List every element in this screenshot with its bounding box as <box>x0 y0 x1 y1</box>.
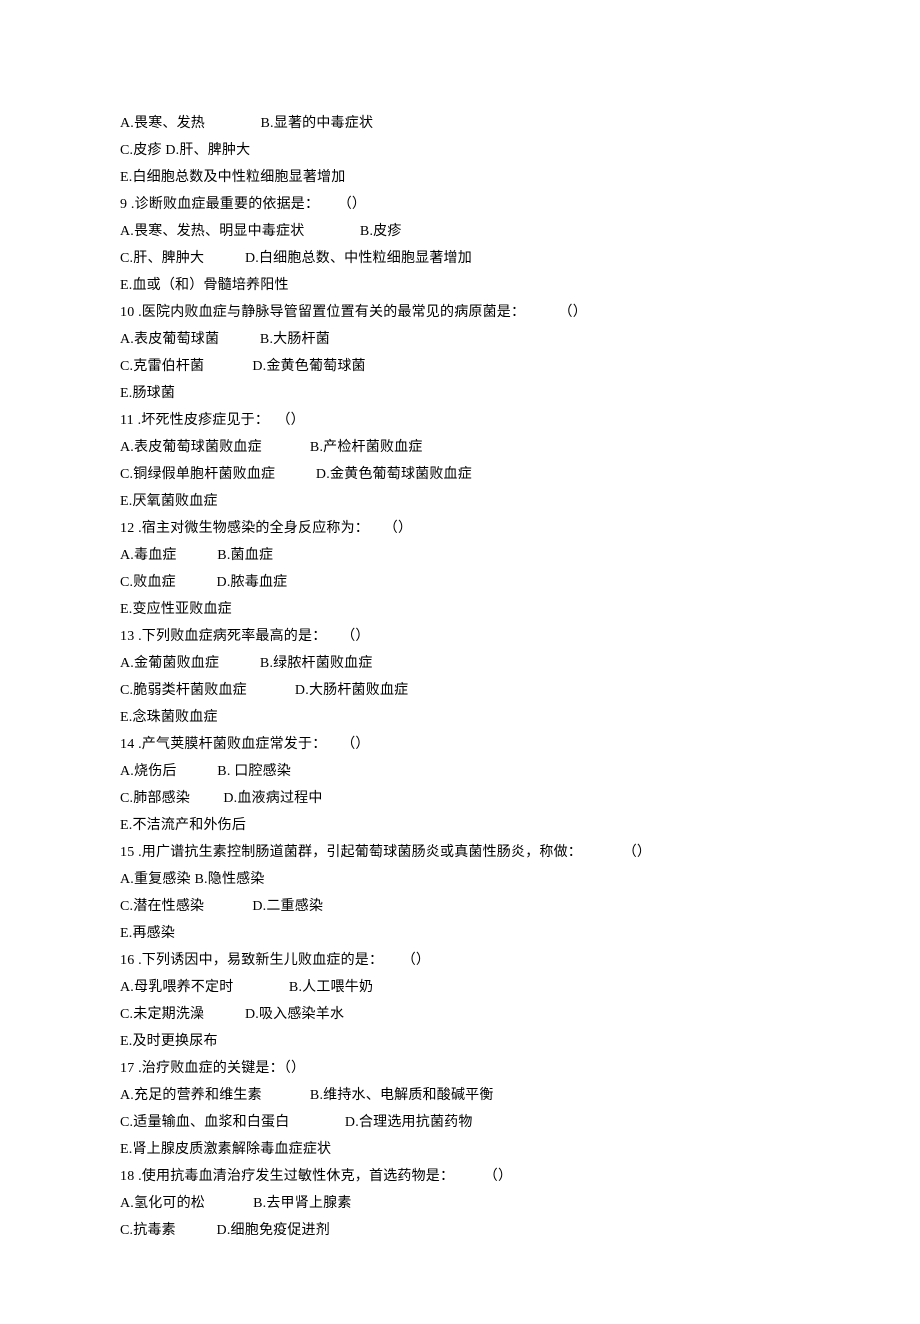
text-line: E.不洁流产和外伤后 <box>120 812 802 839</box>
text-line: A.母乳喂养不定时 B.人工喂牛奶 <box>120 974 802 1001</box>
text-line: E.念珠菌败血症 <box>120 704 802 731</box>
text-line: 12 .宿主对微生物感染的全身反应称为： （） <box>120 515 802 542</box>
text-line: A.金葡菌败血症 B.绿脓杆菌败血症 <box>120 650 802 677</box>
text-line: E.血或（和）骨髓培养阳性 <box>120 272 802 299</box>
text-line: C.潜在性感染 D.二重感染 <box>120 893 802 920</box>
text-line: A.表皮葡萄球菌败血症 B.产检杆菌败血症 <box>120 434 802 461</box>
text-line: E.再感染 <box>120 920 802 947</box>
text-line: E.及时更换尿布 <box>120 1028 802 1055</box>
text-line: C.肝、脾肿大 D.白细胞总数、中性粒细胞显著增加 <box>120 245 802 272</box>
text-line: 17 .治疗败血症的关键是：（） <box>120 1055 802 1082</box>
text-line: C.未定期洗澡 D.吸入感染羊水 <box>120 1001 802 1028</box>
text-line: 11 .坏死性皮疹症见于： （） <box>120 407 802 434</box>
text-line: A.表皮葡萄球菌 B.大肠杆菌 <box>120 326 802 353</box>
text-line: E.变应性亚败血症 <box>120 596 802 623</box>
text-line: E.厌氧菌败血症 <box>120 488 802 515</box>
text-line: 16 .下列诱因中，易致新生儿败血症的是： （） <box>120 947 802 974</box>
text-line: E.肠球菌 <box>120 380 802 407</box>
text-line: A.烧伤后 B. 口腔感染 <box>120 758 802 785</box>
text-line: 13 .下列败血症病死率最高的是： （） <box>120 623 802 650</box>
text-line: A.毒血症 B.菌血症 <box>120 542 802 569</box>
text-line: 18 .使用抗毒血清治疗发生过敏性休克，首选药物是： （） <box>120 1163 802 1190</box>
text-line: 9 .诊断败血症最重要的依据是： （） <box>120 191 802 218</box>
text-line: A.充足的营养和维生素 B.维持水、电解质和酸碱平衡 <box>120 1082 802 1109</box>
text-line: A.畏寒、发热 B.显著的中毒症状 <box>120 110 802 137</box>
text-line: C.克雷伯杆菌 D.金黄色葡萄球菌 <box>120 353 802 380</box>
text-line: A.畏寒、发热、明显中毒症状 B.皮疹 <box>120 218 802 245</box>
text-line: A.重复感染 B.隐性感染 <box>120 866 802 893</box>
text-line: E.白细胞总数及中性粒细胞显著增加 <box>120 164 802 191</box>
text-line: C.肺部感染 D.血液病过程中 <box>120 785 802 812</box>
text-line: A.氢化可的松 B.去甲肾上腺素 <box>120 1190 802 1217</box>
document-page: A.畏寒、发热 B.显著的中毒症状 C.皮疹 D.肝、脾肿大 E.白细胞总数及中… <box>0 0 920 1324</box>
text-line: C.抗毒素 D.细胞免疫促进剂 <box>120 1217 802 1244</box>
text-line: 14 .产气荚膜杆菌败血症常发于： （） <box>120 731 802 758</box>
text-line: C.皮疹 D.肝、脾肿大 <box>120 137 802 164</box>
text-line: C.败血症 D.脓毒血症 <box>120 569 802 596</box>
text-line: C.铜绿假单胞杆菌败血症 D.金黄色葡萄球菌败血症 <box>120 461 802 488</box>
text-line: 10 .医院内败血症与静脉导管留置位置有关的最常见的病原菌是： （） <box>120 299 802 326</box>
text-line: 15 .用广谱抗生素控制肠道菌群，引起葡萄球菌肠炎或真菌性肠炎，称做： （） <box>120 839 802 866</box>
text-line: E.肾上腺皮质激素解除毒血症症状 <box>120 1136 802 1163</box>
text-line: C.适量输血、血浆和白蛋白 D.合理选用抗菌药物 <box>120 1109 802 1136</box>
text-line: C.脆弱类杆菌败血症 D.大肠杆菌败血症 <box>120 677 802 704</box>
